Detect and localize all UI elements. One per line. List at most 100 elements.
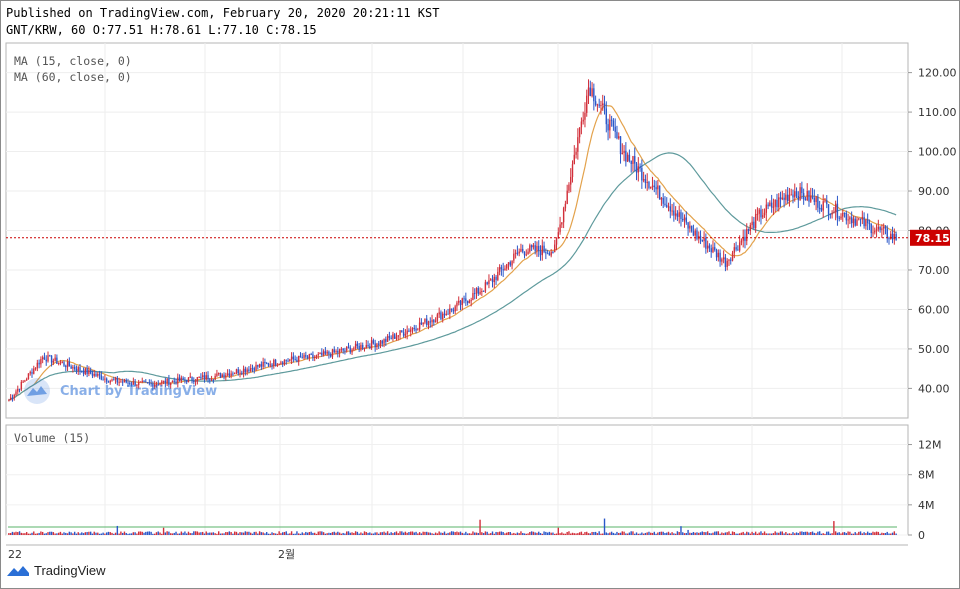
volume-bar bbox=[401, 531, 403, 535]
volume-bar bbox=[863, 532, 865, 535]
volume-bar bbox=[580, 531, 583, 535]
candle-body bbox=[890, 233, 892, 240]
candle-body bbox=[326, 351, 328, 354]
volume-bar bbox=[486, 531, 488, 535]
candle-body bbox=[786, 194, 789, 201]
volume-bar bbox=[445, 533, 447, 535]
volume-bar bbox=[756, 533, 759, 535]
candle-body bbox=[506, 264, 508, 269]
candle-body bbox=[728, 259, 730, 261]
volume-bar bbox=[315, 533, 318, 535]
candle-body bbox=[570, 176, 572, 185]
volume-bar bbox=[104, 533, 106, 535]
volume-bar bbox=[653, 531, 656, 535]
volume-bar bbox=[25, 532, 28, 535]
volume-bar bbox=[155, 532, 158, 535]
volume-bar bbox=[682, 532, 684, 535]
candle-body bbox=[708, 245, 711, 249]
candle-body bbox=[203, 375, 206, 380]
candle-body bbox=[217, 373, 220, 375]
candle-body bbox=[47, 355, 49, 362]
volume-bar bbox=[235, 531, 238, 535]
candle-body bbox=[694, 230, 696, 236]
candle-body bbox=[818, 207, 821, 209]
price-chart[interactable]: 40.0050.0060.0070.0080.0090.00100.00110.… bbox=[0, 0, 960, 589]
volume-bar bbox=[776, 532, 778, 535]
volume-bar bbox=[724, 532, 727, 535]
candle-body bbox=[842, 212, 844, 217]
candle-body bbox=[808, 190, 810, 202]
volume-bar bbox=[43, 533, 46, 535]
volume-bar bbox=[98, 533, 101, 535]
candle-body bbox=[420, 322, 423, 325]
volume-bar bbox=[299, 533, 302, 535]
volume-bar bbox=[833, 521, 835, 535]
volume-bar bbox=[404, 531, 407, 535]
volume-bar bbox=[310, 531, 312, 535]
tradingview-footer[interactable]: TradingView bbox=[6, 563, 106, 578]
volume-bar bbox=[456, 531, 458, 535]
volume-bar bbox=[875, 531, 878, 535]
volume-bar bbox=[895, 533, 897, 535]
volume-bar bbox=[646, 532, 648, 535]
candle-body bbox=[481, 290, 483, 292]
volume-bar bbox=[109, 532, 111, 535]
volume-bar bbox=[360, 532, 362, 535]
candle-body bbox=[470, 300, 472, 302]
volume-bar bbox=[687, 529, 689, 535]
candle-body bbox=[731, 252, 734, 261]
volume-bar bbox=[573, 533, 575, 535]
volume-bar bbox=[260, 532, 263, 535]
candle-body bbox=[79, 367, 81, 371]
volume-legend: Volume (15) bbox=[14, 431, 90, 445]
volume-bar bbox=[347, 531, 350, 535]
volume-bar bbox=[730, 533, 732, 535]
volume-bar bbox=[507, 531, 510, 535]
candle-body bbox=[182, 377, 184, 380]
volume-bar bbox=[105, 532, 108, 535]
volume-bar bbox=[187, 531, 190, 535]
volume-bar bbox=[577, 533, 579, 535]
candle-body bbox=[882, 226, 885, 229]
candle-body bbox=[554, 244, 556, 253]
volume-bar bbox=[685, 533, 688, 535]
volume-bar bbox=[226, 532, 229, 535]
volume-bar bbox=[479, 519, 481, 535]
volume-bar bbox=[22, 533, 24, 535]
volume-bar bbox=[818, 531, 821, 535]
volume-bar bbox=[230, 532, 232, 535]
volume-bar bbox=[527, 533, 529, 535]
candle-body bbox=[285, 359, 287, 361]
candle-body bbox=[354, 343, 357, 349]
candle-body bbox=[767, 204, 769, 207]
volume-bar bbox=[788, 533, 791, 535]
candle-body bbox=[314, 356, 316, 358]
volume-bar bbox=[641, 532, 643, 535]
volume-bar bbox=[253, 531, 255, 535]
volume-bar bbox=[379, 532, 382, 535]
volume-bar bbox=[123, 531, 126, 535]
candle-body bbox=[95, 373, 97, 376]
candle-body bbox=[22, 381, 24, 383]
volume-bar bbox=[747, 532, 750, 535]
candle-body bbox=[280, 362, 282, 364]
candle-body bbox=[719, 252, 721, 262]
volume-bar bbox=[594, 531, 597, 535]
volume-bar bbox=[763, 531, 766, 535]
volume-bar bbox=[822, 533, 824, 535]
volume-bar bbox=[630, 531, 632, 535]
candle-body bbox=[296, 359, 298, 362]
volume-bar bbox=[180, 531, 183, 535]
volume-bar bbox=[509, 531, 511, 535]
candle-body bbox=[730, 259, 732, 261]
candle-body bbox=[239, 372, 241, 374]
volume-bar bbox=[806, 531, 808, 535]
volume-bar bbox=[303, 533, 305, 535]
candle-body bbox=[596, 104, 599, 106]
candle-body bbox=[273, 359, 275, 367]
volume-bar bbox=[95, 532, 97, 535]
volume-bar bbox=[626, 533, 629, 535]
volume-bar bbox=[200, 532, 202, 535]
candle-body bbox=[852, 218, 855, 224]
time-tick-label: 22 bbox=[8, 548, 22, 561]
